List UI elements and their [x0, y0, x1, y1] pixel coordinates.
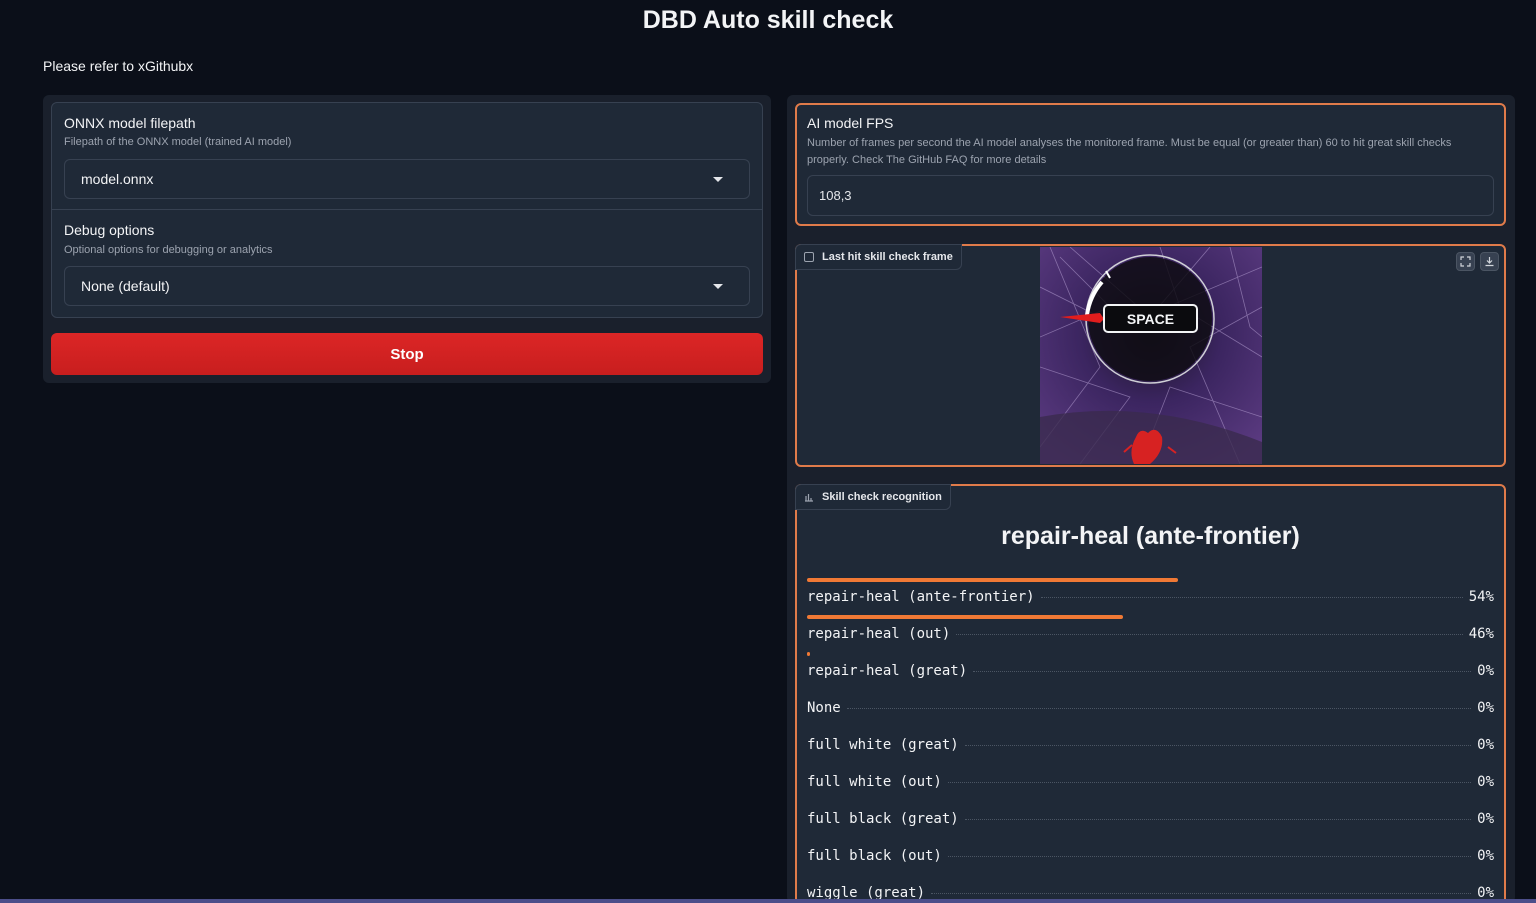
bar-chart-icon — [805, 494, 813, 502]
debug-info: Optional options for debugging or analyt… — [64, 244, 273, 256]
image-icon — [804, 252, 814, 262]
confidence-percent: 0% — [1477, 774, 1494, 790]
confidence-dots — [964, 819, 1472, 820]
confidence-row: full white (great) 0% — [807, 724, 1494, 761]
confidence-dots — [947, 782, 1472, 783]
fullscreen-icon — [1460, 256, 1471, 267]
confidence-label: repair-heal (ante-frontier) — [807, 589, 1035, 605]
fps-value-field[interactable] — [807, 175, 1494, 216]
confidence-percent: 0% — [1477, 700, 1494, 716]
model-dropdown[interactable]: model.onnx — [64, 159, 750, 199]
confidence-percent: 46% — [1468, 626, 1494, 642]
confidence-dots — [1040, 597, 1463, 598]
skill-check-frame-image: SPACE — [1040, 247, 1262, 464]
confidence-label: repair-heal (out) — [807, 626, 951, 642]
output-column: AI model FPS Number of frames per second… — [787, 95, 1515, 903]
fps-info: Number of frames per second the AI model… — [807, 137, 1452, 166]
page-title: DBD Auto skill check — [642, 6, 894, 34]
confidence-dots — [973, 671, 1472, 672]
confidence-dots — [846, 708, 1472, 709]
chevron-down-icon — [713, 284, 723, 289]
confidence-dots — [947, 856, 1472, 857]
recognition-top-label: repair-heal (ante-frontier) — [1001, 522, 1300, 550]
page-subtitle: Please refer to xGithubx — [43, 58, 194, 74]
confidence-line: repair-heal (out) 46% — [807, 626, 1494, 642]
confidence-percent: 0% — [1477, 848, 1494, 864]
debug-dropdown-value: None (default) — [81, 278, 170, 294]
confidence-row: None 0% — [807, 687, 1494, 724]
confidence-percent: 0% — [1477, 811, 1494, 827]
confidence-percent: 54% — [1468, 589, 1494, 605]
frame-panel-label: Last hit skill check frame — [822, 251, 953, 263]
confidence-percent: 0% — [1477, 663, 1494, 679]
model-info: Filepath of the ONNX model (trained AI m… — [64, 136, 292, 148]
confidence-bar — [807, 615, 1124, 619]
fullscreen-button[interactable] — [1456, 252, 1475, 271]
frame-panel: Last hit skill check frame SPACE — [795, 244, 1506, 467]
confidence-line: None 0% — [807, 700, 1494, 716]
confidence-row: full black (great) 0% — [807, 798, 1494, 835]
model-dropdown-value: model.onnx — [81, 171, 154, 187]
confidence-dots — [931, 893, 1472, 894]
confidence-label: full white (great) — [807, 737, 959, 753]
frame-panel-tag: Last hit skill check frame — [795, 244, 962, 270]
confidence-line: repair-heal (great) 0% — [807, 663, 1494, 679]
confidence-line: full black (great) 0% — [807, 811, 1494, 827]
recognition-panel-label: Skill check recognition — [822, 491, 942, 503]
confidence-label: full white (out) — [807, 774, 942, 790]
download-icon — [1485, 257, 1494, 267]
confidence-row: repair-heal (out) 46% — [807, 613, 1494, 650]
confidence-label: full black (great) — [807, 811, 959, 827]
debug-label: Debug options — [64, 222, 155, 238]
fps-panel: AI model FPS Number of frames per second… — [795, 103, 1506, 226]
skill-check-frame-graphic: SPACE — [1040, 247, 1262, 464]
fps-label: AI model FPS — [807, 115, 894, 131]
confidence-line: repair-heal (ante-frontier) 54% — [807, 589, 1494, 605]
confidence-line: full white (great) 0% — [807, 737, 1494, 753]
bottom-strip — [0, 899, 1536, 903]
space-key-label: SPACE — [1127, 311, 1174, 327]
recognition-panel-tag: Skill check recognition — [795, 484, 951, 510]
model-label: ONNX model filepath — [64, 115, 196, 131]
confidence-bar — [807, 578, 1178, 582]
confidence-row: full white (out) 0% — [807, 761, 1494, 798]
confidence-row: full black (out) 0% — [807, 835, 1494, 872]
confidence-label: repair-heal (great) — [807, 663, 968, 679]
confidence-dots — [964, 745, 1472, 746]
confidence-dots — [956, 634, 1463, 635]
field-divider — [52, 209, 762, 210]
options-block: ONNX model filepath Filepath of the ONNX… — [51, 102, 763, 318]
confidence-line: full white (out) 0% — [807, 774, 1494, 790]
confidence-row: repair-heal (great) 0% — [807, 650, 1494, 687]
download-button[interactable] — [1480, 252, 1499, 271]
confidence-row: repair-heal (ante-frontier) 54% — [807, 576, 1494, 613]
stop-button[interactable]: Stop — [51, 333, 763, 375]
chevron-down-icon — [713, 177, 723, 182]
confidence-bar — [807, 652, 810, 656]
confidence-line: full black (out) 0% — [807, 848, 1494, 864]
confidence-label: None — [807, 700, 841, 716]
confidence-label: full black (out) — [807, 848, 942, 864]
confidence-percent: 0% — [1477, 737, 1494, 753]
debug-dropdown[interactable]: None (default) — [64, 266, 750, 306]
settings-column: ONNX model filepath Filepath of the ONNX… — [43, 95, 771, 383]
recognition-panel: Skill check recognition repair-heal (ant… — [795, 484, 1506, 903]
